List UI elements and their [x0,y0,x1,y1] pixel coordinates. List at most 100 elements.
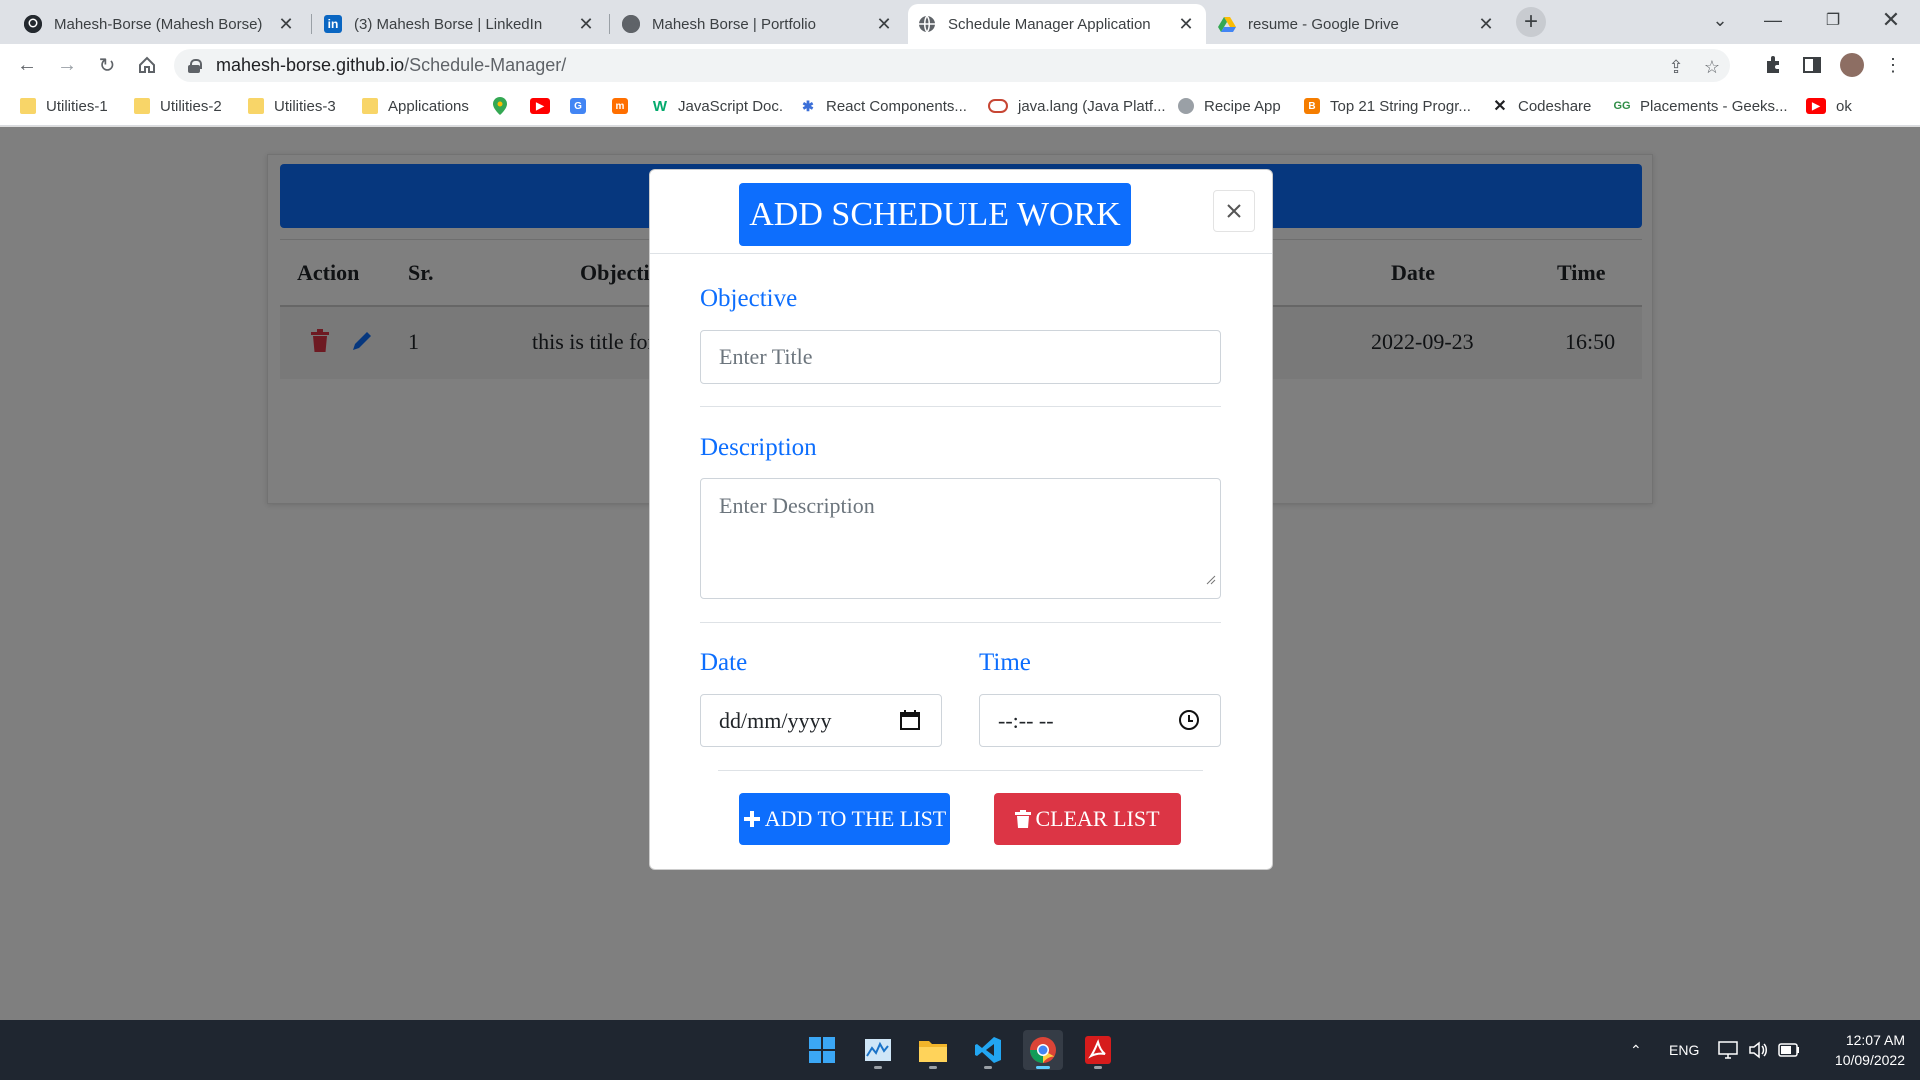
clock-icon[interactable] [1178,709,1200,731]
bookmark-codeshare[interactable]: ✕ Codeshare [1492,94,1591,118]
bookmark-javascript-doc[interactable]: W JavaScript Doc. [652,94,783,118]
kebab-menu-icon[interactable]: ⋮ [1878,50,1908,80]
divider [700,622,1221,623]
bookmark-applications[interactable]: Applications [362,94,469,118]
w3-icon: W [652,97,668,115]
tray-chevron-icon[interactable]: ⌃ [1630,1020,1642,1080]
maps-icon [492,97,508,115]
globe-icon [1178,98,1194,114]
close-icon[interactable]: ✕ [276,14,296,35]
objective-label: Objective [700,285,798,312]
tab-separator [609,14,610,34]
bookmark-maps[interactable] [492,94,518,118]
bookmark-placements-geeks[interactable]: GG Placements - Geeks... [1613,94,1788,118]
reload-icon[interactable]: ↻ [92,50,122,80]
date-label: Date [700,649,748,676]
time-label: Time [979,649,1031,676]
date-input[interactable]: dd/mm/yyyy [700,694,942,747]
bookmark-java-lang[interactable]: java.lang (Java Platf... [988,94,1166,118]
bookmark-translate[interactable]: G [570,94,596,118]
star-icon[interactable]: ☆ [1700,55,1724,79]
calendar-icon[interactable] [899,709,921,731]
bookmark-youtube[interactable]: ▶ [530,94,560,118]
windows-start-icon[interactable] [802,1030,842,1070]
language-indicator[interactable]: ENG [1669,1020,1699,1080]
bookmark-label: java.lang (Java Platf... [1018,97,1166,115]
minimize-button[interactable]: — [1748,0,1798,40]
windows-taskbar: ⌃ ENG 12:07 AM 10/09/2022 [0,1020,1920,1080]
close-icon [1227,204,1241,218]
extensions-icon[interactable] [1758,50,1788,80]
file-explorer-icon[interactable] [913,1030,953,1070]
bookmark-utilities-1[interactable]: Utilities-1 [20,94,108,118]
youtube-icon: ▶ [1806,98,1826,114]
clear-list-button[interactable]: CLEAR LIST [994,793,1181,845]
bookmark-recipe-app[interactable]: Recipe App [1178,94,1281,118]
forward-arrow-icon[interactable]: → [52,50,82,80]
add-to-list-button[interactable]: ADD TO THE LIST [739,793,950,845]
running-indicator [984,1066,992,1069]
objective-input[interactable] [700,330,1221,384]
bookmark-label: Placements - Geeks... [1640,97,1788,115]
bookmark-mi[interactable]: m [612,94,638,118]
address-bar[interactable]: mahesh-borse.github.io/Schedule-Manager/… [174,49,1730,82]
bookmark-label: Applications [388,97,469,115]
tab-linkedin[interactable]: in (3) Mahesh Borse | LinkedIn ✕ [314,4,606,44]
bookmark-utilities-3[interactable]: Utilities-3 [248,94,336,118]
side-panel-icon[interactable] [1797,50,1827,80]
battery-icon[interactable] [1778,1020,1800,1080]
close-window-button[interactable]: ✕ [1866,0,1916,40]
linkedin-icon: in [324,15,342,33]
running-indicator [1094,1066,1102,1069]
oracle-icon [988,99,1008,113]
tab-github[interactable]: Mahesh-Borse (Mahesh Borse) ✕ [14,4,306,44]
bookmark-label: Utilities-1 [46,97,108,115]
clock-time: 12:07 AM [1845,1032,1905,1048]
vscode-icon[interactable] [968,1030,1008,1070]
tab-google-drive[interactable]: resume - Google Drive ✕ [1208,4,1506,44]
tab-schedule-manager[interactable]: Schedule Manager Application ✕ [908,4,1206,44]
close-icon[interactable]: ✕ [1176,14,1196,35]
tab-title: (3) Mahesh Borse | LinkedIn [354,15,543,33]
running-indicator [1036,1066,1050,1069]
close-icon[interactable]: ✕ [576,14,596,35]
folder-icon [20,98,36,114]
clock-date: 10/09/2022 [1834,1052,1905,1068]
resize-grip-icon[interactable] [1206,575,1216,585]
share-icon[interactable]: ⇪ [1664,55,1688,79]
new-tab-button[interactable]: + [1516,7,1546,37]
gfg-icon: GG [1613,100,1631,112]
bookmark-top-21-string[interactable]: B Top 21 String Progr... [1304,94,1471,118]
close-icon[interactable]: ✕ [1476,14,1496,35]
youtube-icon: ▶ [530,98,550,114]
globe-icon [918,15,936,33]
chrome-icon[interactable] [1023,1030,1063,1070]
close-modal-button[interactable] [1213,190,1255,232]
description-textarea[interactable] [700,478,1221,599]
tab-title: Mahesh-Borse (Mahesh Borse) [54,15,263,33]
volume-icon[interactable] [1748,1020,1768,1080]
profile-avatar[interactable] [1840,53,1864,77]
network-icon[interactable] [1718,1020,1738,1080]
lock-icon[interactable] [188,58,202,73]
bookmarks-bar: Utilities-1 Utilities-2 Utilities-3 Appl… [0,86,1920,126]
time-input[interactable]: --:-- -- [979,694,1221,747]
time-placeholder: --:-- -- [998,707,1054,733]
restore-button[interactable]: ❐ [1808,0,1858,40]
bookmark-utilities-2[interactable]: Utilities-2 [134,94,222,118]
task-manager-icon[interactable] [858,1030,898,1070]
translate-icon: G [570,98,586,114]
add-schedule-modal: ADD SCHEDULE WORK Objective Description … [649,169,1273,870]
bookmark-ok[interactable]: ▶ ok [1806,94,1852,118]
bookmark-label: Utilities-3 [274,97,336,115]
acrobat-icon[interactable] [1078,1030,1118,1070]
close-icon[interactable]: ✕ [874,14,894,35]
tab-portfolio[interactable]: Mahesh Borse | Portfolio ✕ [612,4,904,44]
back-arrow-icon[interactable]: ← [12,50,42,80]
bookmark-label: Utilities-2 [160,97,222,115]
system-clock[interactable]: 12:07 AM 10/09/2022 [1815,1030,1905,1070]
plus-icon [743,811,760,827]
bookmark-react-components[interactable]: ✱ React Components... [800,94,967,118]
home-icon[interactable] [132,50,162,80]
tab-search-chevron-icon[interactable]: ⌄ [1695,0,1745,40]
